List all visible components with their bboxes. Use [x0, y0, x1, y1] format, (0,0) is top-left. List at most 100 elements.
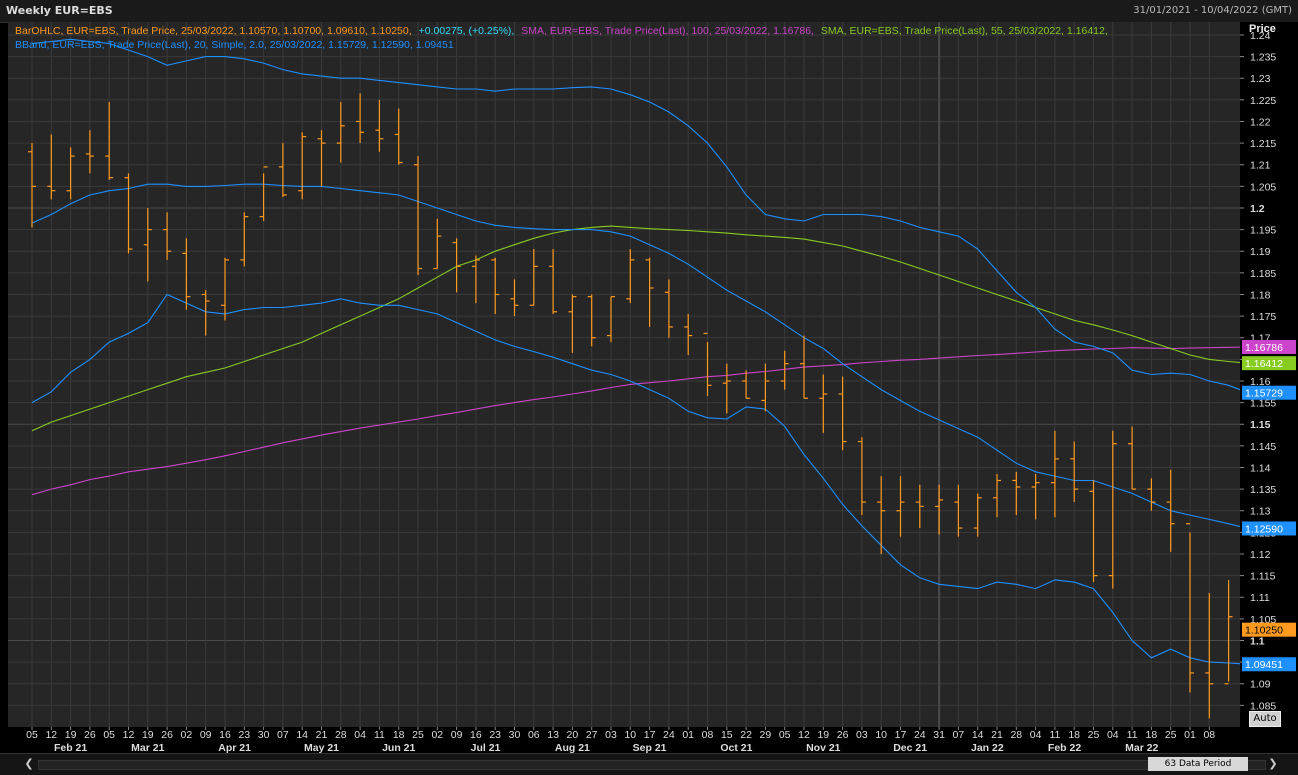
x-month-label: Mar 21: [131, 742, 164, 753]
x-month-label: Sep 21: [633, 742, 667, 753]
legend-ohlc-change: +0.00275, (+0.25%),: [419, 25, 515, 37]
x-day-label: 18: [393, 729, 405, 741]
x-day-label: 07: [277, 729, 289, 741]
x-day-label: 12: [123, 729, 135, 741]
x-day-label: 22: [740, 729, 752, 741]
current-value-label: 1.09451: [1245, 659, 1283, 671]
current-value-label: 1.12590: [1245, 523, 1283, 535]
x-month-label: Nov 21: [806, 742, 841, 753]
scrollbar-track[interactable]: [38, 760, 1266, 770]
x-day-label: 23: [489, 729, 501, 741]
x-day-label: 13: [547, 729, 559, 741]
x-day-label: 12: [798, 729, 810, 741]
y-tick-label: 1.145: [1250, 441, 1276, 453]
y-tick-label: 1.11: [1250, 592, 1270, 604]
y-tick-label: 1.13: [1250, 506, 1271, 518]
y-tick-label: 1.19: [1250, 246, 1271, 258]
x-day-label: 21: [991, 729, 1003, 741]
x-day-label: 04: [354, 729, 366, 741]
x-day-label: 05: [103, 729, 115, 741]
x-day-label: 20: [567, 729, 579, 741]
x-day-label: 04: [1107, 729, 1119, 741]
x-day-label: 17: [895, 729, 907, 741]
x-month-label: Feb 22: [1048, 742, 1081, 753]
chart-window: Weekly EUR=EBS 31/01/2021 - 10/04/2022 (…: [0, 0, 1298, 775]
x-month-label: Feb 21: [54, 742, 87, 753]
x-day-label: 08: [702, 729, 714, 741]
x-day-label: 23: [238, 729, 250, 741]
chart-title: Weekly EUR=EBS: [6, 4, 113, 17]
x-day-label: 31: [933, 729, 945, 741]
y-tick-label: 1.175: [1250, 311, 1276, 323]
legend-sma55: SMA, EUR=EBS, Trade Price(Last), 55, 25/…: [821, 25, 1108, 37]
x-month-label: May 21: [304, 742, 339, 753]
x-day-label: 18: [1146, 729, 1158, 741]
scroll-right-icon[interactable]: ❯: [1266, 757, 1280, 771]
x-day-label: 19: [142, 729, 154, 741]
x-day-label: 29: [760, 729, 772, 741]
x-axis[interactable]: 05 12 19 26 05 12 19 26 02 09 16 23 30 07 14 21 28 04 11 18…: [0, 727, 1298, 753]
y-tick-label: 1.21: [1250, 160, 1271, 172]
title-bar: Weekly EUR=EBS 31/01/2021 - 10/04/2022 (…: [0, 0, 1298, 23]
x-day-label: 25: [1088, 729, 1100, 741]
current-value-label: 1.16412: [1245, 358, 1283, 370]
x-day-label: 05: [26, 729, 38, 741]
y-tick-label: 1.2: [1250, 203, 1265, 215]
price-chart[interactable]: BarOHLC, EUR=EBS, Trade Price, 25/03/202…: [0, 22, 1298, 753]
y-tick-label: 1.12: [1250, 549, 1271, 561]
x-day-label: 24: [914, 729, 926, 741]
y-tick-label: 1.1: [1250, 635, 1265, 647]
y-tick-label: 1.09: [1250, 679, 1271, 691]
x-day-label: 17: [644, 729, 656, 741]
current-value-label: 1.15729: [1245, 388, 1283, 400]
y-tick-label: 1.235: [1250, 52, 1276, 64]
x-day-label: 08: [1203, 729, 1215, 741]
legend-ohlc: BarOHLC, EUR=EBS, Trade Price, 25/03/202…: [15, 25, 412, 37]
x-day-label: 14: [972, 729, 984, 741]
scroll-left-icon[interactable]: ❮: [22, 757, 36, 771]
y-tick-label: 1.205: [1250, 181, 1276, 193]
x-day-label: 19: [817, 729, 829, 741]
x-day-label: 25: [1165, 729, 1177, 741]
x-day-label: 06: [528, 729, 540, 741]
x-day-label: 26: [161, 729, 173, 741]
x-day-label: 15: [721, 729, 733, 741]
y-tick-label: 1.18: [1250, 289, 1271, 301]
x-day-label: 01: [682, 729, 694, 741]
svg-text:BarOHLC, EUR=EBS, Trade Price,: BarOHLC, EUR=EBS, Trade Price, 25/03/202…: [15, 25, 1108, 37]
x-day-label: 02: [431, 729, 443, 741]
x-day-label: 03: [605, 729, 617, 741]
x-day-label: 02: [181, 729, 193, 741]
x-day-label: 03: [856, 729, 868, 741]
x-day-label: 24: [663, 729, 675, 741]
x-month-label: Mar 22: [1125, 742, 1158, 753]
x-day-label: 21: [316, 729, 328, 741]
y-tick-label: 1.23: [1250, 73, 1271, 85]
x-day-label: 26: [84, 729, 96, 741]
data-period-selector[interactable]: 63 Data Period: [1148, 757, 1248, 771]
x-day-label: 18: [1068, 729, 1080, 741]
x-month-label: Apr 21: [218, 742, 251, 753]
y-tick-label: 1.195: [1250, 225, 1276, 237]
x-day-label: 16: [219, 729, 231, 741]
x-month-label: Dec 21: [893, 742, 927, 753]
x-day-label: 05: [779, 729, 791, 741]
footer-bar: ❮ 63 Data Period ❯: [0, 753, 1298, 775]
y-tick-label: 1.15: [1250, 419, 1271, 431]
x-day-label: 04: [1030, 729, 1042, 741]
x-day-label: 09: [451, 729, 463, 741]
x-month-label: Jul 21: [471, 742, 501, 753]
y-tick-label: 1.225: [1250, 95, 1276, 107]
x-day-label: 27: [586, 729, 598, 741]
y-tick-label: 1.185: [1250, 268, 1276, 280]
x-day-label: 10: [875, 729, 887, 741]
x-month-label: Jun 21: [382, 742, 415, 753]
y-axis[interactable]: Price 1.241.2351.231.2251.221.2151.211.2…: [1240, 22, 1298, 727]
y-tick-label: 1.215: [1250, 138, 1276, 150]
x-day-label: 28: [335, 729, 347, 741]
x-day-label: 19: [65, 729, 77, 741]
x-day-label: 16: [470, 729, 482, 741]
date-range[interactable]: 31/01/2021 - 10/04/2022 (GMT): [1133, 5, 1292, 16]
y-tick-label: 1.22: [1250, 116, 1271, 128]
auto-scale-button[interactable]: Auto: [1249, 711, 1281, 727]
